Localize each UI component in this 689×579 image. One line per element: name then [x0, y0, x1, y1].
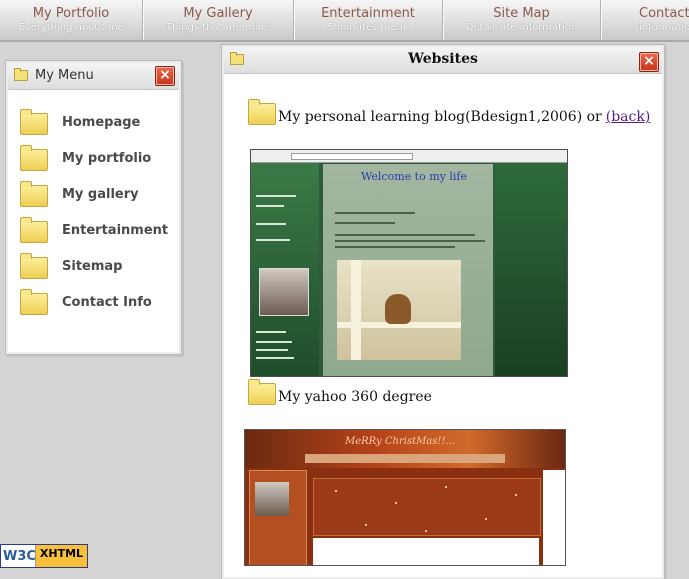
banner-text: MeRRy ChristMas!!...: [345, 436, 455, 447]
close-button[interactable]: ×: [639, 52, 659, 72]
profile-photo: [255, 482, 289, 516]
websites-titlebar: Websites ×: [224, 47, 662, 74]
avatar: [259, 268, 309, 316]
menu-item-portfolio[interactable]: My portfolio: [20, 143, 151, 173]
entry-text: My yahoo 360 degree: [278, 389, 432, 405]
menu-item-label: My gallery: [62, 186, 139, 202]
nav-subtitle: Things that are mine: [165, 22, 271, 33]
nav-item-portfolio[interactable]: My Portfolio Everything about me: [0, 0, 143, 40]
menu-item-gallery[interactable]: My gallery: [20, 179, 139, 209]
w3c-logo: W3C: [1, 545, 36, 567]
folder-icon: [20, 109, 48, 135]
blog-photo: [337, 260, 461, 360]
menu-item-label: My portfolio: [62, 150, 152, 166]
nav-title: My Portfolio: [32, 6, 110, 21]
nav-title: Site Map: [493, 6, 550, 21]
folder-icon: [248, 99, 276, 125]
nav-subtitle: 5 minutes break: [327, 22, 409, 33]
nav-item-contact[interactable]: Contact I information ab: [601, 0, 689, 40]
yahoo-white-box: [313, 538, 539, 565]
folder-icon: [20, 181, 48, 207]
nav-title: Entertainment: [321, 6, 415, 21]
menu-title: My Menu: [35, 68, 94, 83]
yahoo-screenshot[interactable]: MeRRy ChristMas!!...: [244, 429, 566, 566]
blog-screenshot[interactable]: Welcome to my life: [250, 149, 568, 377]
menu-item-homepage[interactable]: Homepage: [20, 107, 140, 137]
folder-icon: [20, 145, 48, 171]
w3c-xhtml-badge[interactable]: W3C XHTML: [0, 544, 88, 568]
xhtml-label: XHTML: [35, 545, 87, 567]
nav-title: Contact I: [639, 6, 689, 21]
menu-item-entertainment[interactable]: Entertainment: [20, 215, 168, 245]
entry-learning-blog: My personal learning blog(Bdesign1,2006)…: [248, 99, 650, 125]
nav-subtitle: Everything about me: [18, 22, 124, 33]
entry-text: My personal learning blog(Bdesign1,2006)…: [278, 109, 602, 125]
yahoo-content: [313, 478, 541, 536]
close-button[interactable]: ×: [155, 66, 175, 86]
nav-title: My Gallery: [183, 6, 253, 21]
folder-icon: [248, 379, 276, 405]
menu-item-label: Homepage: [62, 114, 141, 130]
folder-icon: [14, 68, 28, 81]
top-navigation: My Portfolio Everything about me My Gall…: [0, 0, 689, 42]
entry-yahoo-360: My yahoo 360 degree: [248, 379, 432, 405]
menu-item-label: Entertainment: [62, 222, 169, 238]
menu-item-sitemap[interactable]: Sitemap: [20, 251, 122, 281]
blog-welcome-text: Welcome to my life: [361, 170, 467, 183]
nav-subtitle: Detail site information: [465, 22, 578, 33]
yahoo-menu-bar: [305, 454, 505, 463]
nav-subtitle: information ab: [639, 22, 689, 33]
nav-item-gallery[interactable]: My Gallery Things that are mine: [143, 0, 294, 40]
back-link[interactable]: (back): [606, 109, 651, 125]
websites-title: Websites: [408, 51, 478, 67]
menu-item-contact-info[interactable]: Contact Info: [20, 287, 152, 317]
folder-icon: [20, 289, 48, 315]
menu-titlebar: My Menu ×: [8, 63, 179, 90]
folder-icon: [20, 253, 48, 279]
nav-item-entertainment[interactable]: Entertainment 5 minutes break: [294, 0, 443, 40]
menu-item-label: Contact Info: [62, 294, 152, 310]
menu-window: My Menu × Homepage My portfolio My galle…: [6, 61, 181, 354]
yahoo-right-column: [543, 470, 565, 565]
menu-item-label: Sitemap: [62, 258, 123, 274]
websites-window: Websites × My personal learning blog(Bde…: [222, 45, 664, 579]
nav-item-sitemap[interactable]: Site Map Detail site information: [443, 0, 601, 40]
browser-toolbar: [251, 150, 567, 163]
blog-decoration: [495, 163, 567, 376]
folder-icon: [20, 217, 48, 243]
